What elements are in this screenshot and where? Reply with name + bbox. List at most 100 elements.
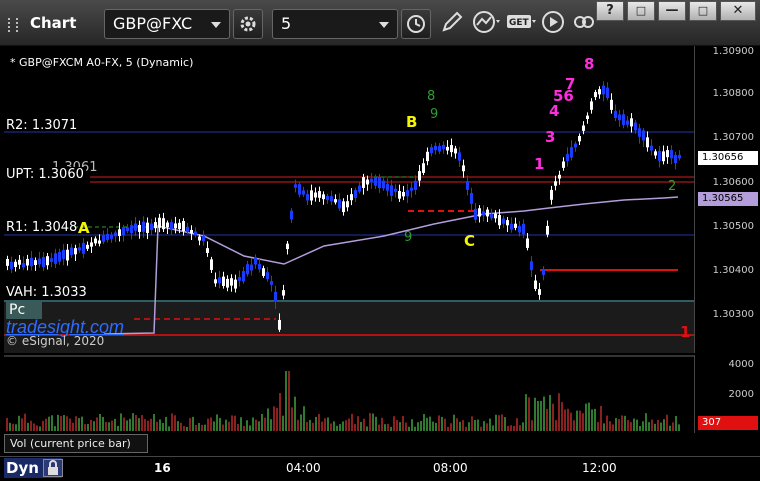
volume-bar xyxy=(27,422,29,431)
candle-body xyxy=(102,234,105,242)
vwap-price-badge: 1.30565 xyxy=(698,192,758,206)
candle-body xyxy=(526,238,529,248)
volume-bar xyxy=(498,415,500,431)
volume-bar xyxy=(54,426,56,431)
volume-bar xyxy=(426,417,428,431)
volume-bar xyxy=(585,403,587,431)
candle-body xyxy=(238,277,241,281)
price-chart[interactable] xyxy=(4,46,694,353)
volume-bar xyxy=(75,416,77,431)
restore-button[interactable]: □ xyxy=(627,1,655,21)
symbol-selector[interactable]: GBP@FXC xyxy=(104,9,230,39)
volume-bar xyxy=(312,422,314,431)
candle-body xyxy=(638,128,641,137)
draw-tool-button[interactable] xyxy=(440,10,468,38)
time-axis[interactable]: 16 04:00 08:00 12:00 xyxy=(0,456,760,481)
candle-body xyxy=(566,154,569,162)
volume-bar xyxy=(282,415,284,431)
volume-bar xyxy=(48,416,50,431)
volume-bar xyxy=(201,424,203,431)
candle-body xyxy=(302,190,305,195)
candle-body xyxy=(146,222,149,233)
replay-button[interactable] xyxy=(541,10,569,38)
volume-bar xyxy=(63,415,65,431)
clock-button[interactable] xyxy=(401,9,431,39)
volume-chart[interactable] xyxy=(4,357,694,433)
candle-body xyxy=(86,244,89,249)
candle-body xyxy=(342,201,345,213)
volume-pane[interactable] xyxy=(4,355,694,433)
minimize-button[interactable]: — xyxy=(658,1,686,21)
candle-body xyxy=(250,264,253,271)
volume-bar xyxy=(447,426,449,431)
interval-selector[interactable]: 5 xyxy=(272,9,398,39)
candle-body xyxy=(322,194,325,200)
candle-body xyxy=(54,253,57,264)
candle-body xyxy=(658,150,661,161)
time-label: 12:00 xyxy=(582,461,617,475)
volume-bar xyxy=(483,421,485,431)
volume-bar xyxy=(180,422,182,431)
candle-body xyxy=(634,122,637,131)
volume-bar xyxy=(429,416,431,431)
volume-bar xyxy=(18,415,20,431)
candle-body xyxy=(586,115,589,119)
volume-bar xyxy=(108,422,110,431)
volume-bar xyxy=(450,423,452,431)
annotation-c: C xyxy=(464,232,476,250)
maximize-button[interactable]: □ xyxy=(689,1,717,21)
volume-tick: 2000 xyxy=(728,389,754,400)
volume-bar xyxy=(381,417,383,431)
volume-bar xyxy=(420,420,422,431)
volume-bar xyxy=(243,425,245,431)
play-icon xyxy=(542,11,564,33)
volume-bar xyxy=(564,409,566,431)
volume-bar xyxy=(135,415,137,431)
grip-icon[interactable] xyxy=(8,18,18,32)
volume-bar xyxy=(453,414,455,431)
volume-bar xyxy=(444,418,446,431)
studies-button[interactable] xyxy=(472,10,500,38)
candle-body xyxy=(214,279,217,284)
volume-bar xyxy=(249,425,251,431)
volume-bar xyxy=(519,425,521,431)
volume-bar xyxy=(363,418,365,431)
chevron-down-icon xyxy=(211,22,221,28)
volume-axis[interactable]: 4000 2000 307 xyxy=(694,355,760,433)
volume-bar xyxy=(423,414,425,431)
candle-body xyxy=(218,277,221,284)
candle-body xyxy=(186,226,189,232)
volume-bar xyxy=(171,413,173,431)
volume-bar xyxy=(270,419,272,431)
lock-button[interactable] xyxy=(43,459,63,477)
close-button[interactable]: ✕ xyxy=(720,1,756,21)
volume-bar xyxy=(258,421,260,431)
candle-body xyxy=(582,125,585,131)
volume-bar xyxy=(264,417,266,431)
price-axis[interactable]: 1.30900 1.30800 1.30700 1.30600 1.30500 … xyxy=(694,46,760,353)
volume-bar xyxy=(552,403,554,431)
price-pane[interactable] xyxy=(4,46,694,353)
annotation-one-magenta: 1 xyxy=(534,155,545,173)
time-label: 04:00 xyxy=(286,461,321,475)
volume-bar xyxy=(399,422,401,431)
volume-bar xyxy=(216,414,218,431)
help-button[interactable]: ? xyxy=(596,1,624,21)
volume-bar xyxy=(126,420,128,431)
candle-body xyxy=(678,154,681,159)
candle-body xyxy=(14,261,17,268)
volume-bar xyxy=(141,415,143,431)
volume-bar xyxy=(678,424,680,431)
volume-bar xyxy=(648,422,650,431)
count-eight-green: 8 xyxy=(427,89,436,104)
volume-study-label[interactable]: Vol (current price bar) xyxy=(4,434,148,453)
volume-bar xyxy=(372,413,374,431)
volume-bar xyxy=(333,421,335,431)
volume-bar xyxy=(486,423,488,431)
volume-bar xyxy=(441,416,443,431)
volume-bar xyxy=(645,413,647,431)
candle-body xyxy=(554,181,557,186)
settings-button[interactable] xyxy=(233,9,263,39)
volume-bar xyxy=(12,423,14,431)
get-data-button[interactable]: GET xyxy=(506,10,536,38)
